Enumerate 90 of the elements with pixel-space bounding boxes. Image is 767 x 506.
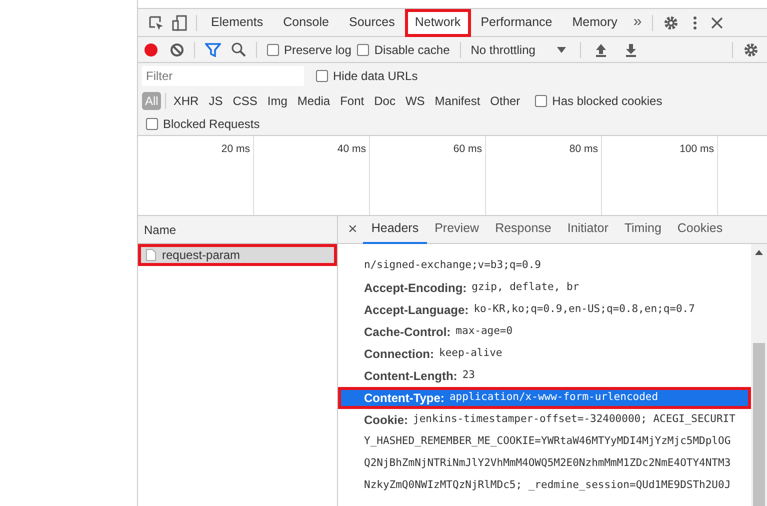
type-filter-button[interactable]: Media <box>294 92 334 110</box>
header-value: 23 <box>462 368 475 384</box>
upload-icon[interactable] <box>595 42 608 56</box>
header-name: Accept-Language: <box>364 302 469 319</box>
inspect-icon[interactable] <box>148 14 164 30</box>
type-filter-button[interactable]: Other <box>487 92 524 110</box>
clear-icon[interactable] <box>170 42 184 56</box>
tab[interactable]: Console <box>273 8 339 36</box>
dropdown-caret-icon[interactable] <box>557 46 566 52</box>
header-value: gzip, deflate, br <box>472 280 580 296</box>
checkbox-label: Disable cache <box>374 42 450 58</box>
tab[interactable]: Initiator <box>559 216 616 244</box>
scrollbar-thumb[interactable] <box>753 342 765 506</box>
header-row[interactable]: Content-Length: 23 <box>338 365 751 387</box>
header-name: Content-Type: <box>364 390 444 407</box>
more-tabs-button[interactable]: » <box>627 11 648 34</box>
header-value: Y_HASHED_REMEMBER_ME_COOKIE=YWRtaW46MTYyMDI4MjYzMjc5MDplOG <box>364 434 731 450</box>
tab[interactable]: Sources <box>338 8 405 36</box>
filter-icon[interactable] <box>205 42 221 56</box>
request-row[interactable]: request-param <box>138 244 337 266</box>
request-name: request-param <box>162 247 240 264</box>
throttling-label: No throttling <box>470 42 536 58</box>
checkbox[interactable] <box>146 118 158 130</box>
column-header: Name <box>144 222 176 238</box>
close-button[interactable]: × <box>342 218 364 242</box>
timeline-tick: 60 ms <box>453 142 482 157</box>
type-filter-button[interactable]: Img <box>264 92 290 110</box>
checkbox-label: Preserve log <box>284 42 352 58</box>
device-toolbar-icon[interactable] <box>172 14 188 30</box>
header-row[interactable]: Cache-Control: max-age=0 <box>338 321 751 343</box>
header-row[interactable]: Connection: keep-alive <box>338 343 751 365</box>
header-row[interactable]: NzkyZmQ0NWIzMTQzNjRlMDc5; _redmine_session=QUd1ME9DSTh2U0J <box>338 475 751 497</box>
scrollbar[interactable] <box>751 244 767 506</box>
timeline-tick: 80 ms <box>569 142 598 157</box>
header-row[interactable]: Y_HASHED_REMEMBER_ME_COOKIE=YWRtaW46MTYyMDI4MjYzMjc5MDplOG <box>338 431 751 453</box>
record-icon[interactable] <box>144 42 158 56</box>
checkbox-label: Has blocked cookies <box>552 93 662 110</box>
tab[interactable]: Timing <box>616 216 670 244</box>
type-filter-button[interactable]: Font <box>337 92 368 110</box>
timeline-tick: 100 ms <box>680 142 714 157</box>
checkbox[interactable] <box>316 70 328 82</box>
checkbox[interactable] <box>535 95 548 107</box>
download-icon[interactable] <box>625 42 638 56</box>
header-name: Accept-Encoding: <box>364 280 467 297</box>
header-row[interactable]: Accept-Language: ko-KR,ko;q=0.9,en-US;q=0.8,en;q=0.7 <box>338 299 751 321</box>
type-filter-button[interactable]: CSS <box>230 92 260 110</box>
timeline-tick: 20 ms <box>221 142 250 157</box>
header-row[interactable]: Content-Type: application/x-www-form-urlencoded <box>338 387 751 409</box>
header-row[interactable]: n/signed-exchange;v=b3;q=0.9 <box>338 255 751 277</box>
header-row[interactable]: Q2NjBhZmNjNTRiNmJlY2VhMmM4OWQ5M2E0NzhmMmM1ZDc2NmE4OTY4NTM3 <box>338 453 751 475</box>
type-filter-button[interactable]: JS <box>206 92 226 110</box>
tab[interactable]: Preview <box>426 216 488 244</box>
tab[interactable]: Performance <box>470 8 562 36</box>
tab[interactable]: Headers <box>363 216 427 244</box>
settings-icon[interactable] <box>662 14 679 30</box>
timeline-tick: 40 ms <box>337 142 366 157</box>
tab[interactable]: Network <box>404 8 471 36</box>
throttling-dropdown[interactable]: No throttling <box>470 40 570 58</box>
close-icon[interactable] <box>710 16 723 28</box>
type-filter-button[interactable]: Manifest <box>432 92 484 110</box>
header-name: Cache-Control: <box>364 324 451 341</box>
type-filter-button[interactable]: XHR <box>170 92 202 110</box>
more-options-icon[interactable] <box>692 14 697 30</box>
tab[interactable]: Memory <box>562 8 628 36</box>
header-row[interactable]: Accept-Encoding: gzip, deflate, br <box>338 277 751 299</box>
header-value: max-age=0 <box>456 324 513 340</box>
header-name: Connection: <box>364 346 434 363</box>
header-value: keep-alive <box>439 346 502 362</box>
header-value: ko-KR,ko;q=0.9,en-US;q=0.8,en;q=0.7 <box>474 302 695 318</box>
header-value: NzkyZmQ0NWIzMTQzNjRlMDc5; _redmine_session=QUd1ME9DSTh2U0J <box>364 478 731 494</box>
header-value: Q2NjBhZmNjNTRiNmJlY2VhMmM4OWQ5M2E0NzhmMmM1ZDc2NmE4OTY4NTM3 <box>364 456 731 472</box>
header-name: Content-Length: <box>364 368 458 385</box>
search-icon[interactable] <box>231 42 246 57</box>
tab[interactable]: Elements <box>201 8 274 36</box>
header-name: Cookie: <box>364 412 408 429</box>
type-filter-button[interactable]: WS <box>402 92 428 110</box>
tab[interactable]: Cookies <box>669 216 731 244</box>
tab[interactable]: Response <box>487 216 560 244</box>
checkbox[interactable] <box>357 44 370 56</box>
checkbox[interactable] <box>267 44 279 56</box>
scroll-up-icon[interactable] <box>755 250 763 255</box>
header-value: jenkins-timestamper-offset=-32400000; ACEGI_SECURIT <box>413 412 736 428</box>
header-value: n/signed-exchange;v=b3;q=0.9 <box>364 258 542 274</box>
filter-input[interactable]: Filter <box>142 66 304 86</box>
header-row[interactable]: Cookie: jenkins-timestamper-offset=-32400000; ACEGI_SECURIT <box>338 409 751 431</box>
header-value: application/x-www-form-urlencoded <box>449 390 658 406</box>
checkbox-label: Hide data URLs <box>333 68 418 85</box>
type-filter-button[interactable]: Doc <box>371 92 398 110</box>
settings-icon[interactable] <box>743 42 759 58</box>
checkbox-label: Blocked Requests <box>163 116 260 133</box>
